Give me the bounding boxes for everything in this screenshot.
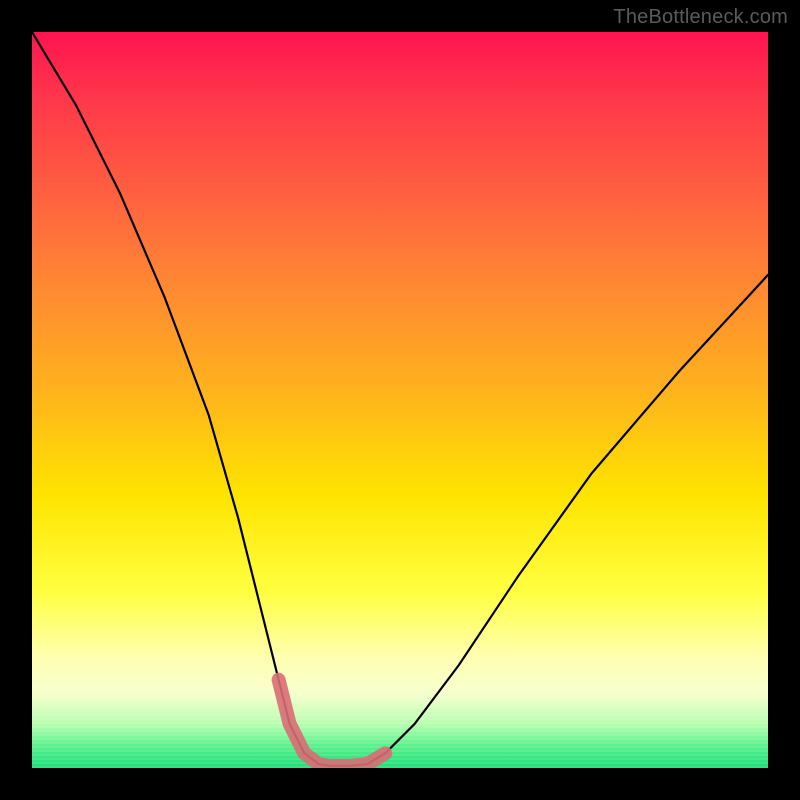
curve-overlay [32, 32, 768, 768]
bottleneck-curve [32, 32, 768, 766]
chart-frame: TheBottleneck.com [0, 0, 800, 800]
plot-area [32, 32, 768, 768]
optimal-zone-highlight [279, 680, 386, 766]
watermark: TheBottleneck.com [613, 6, 788, 29]
